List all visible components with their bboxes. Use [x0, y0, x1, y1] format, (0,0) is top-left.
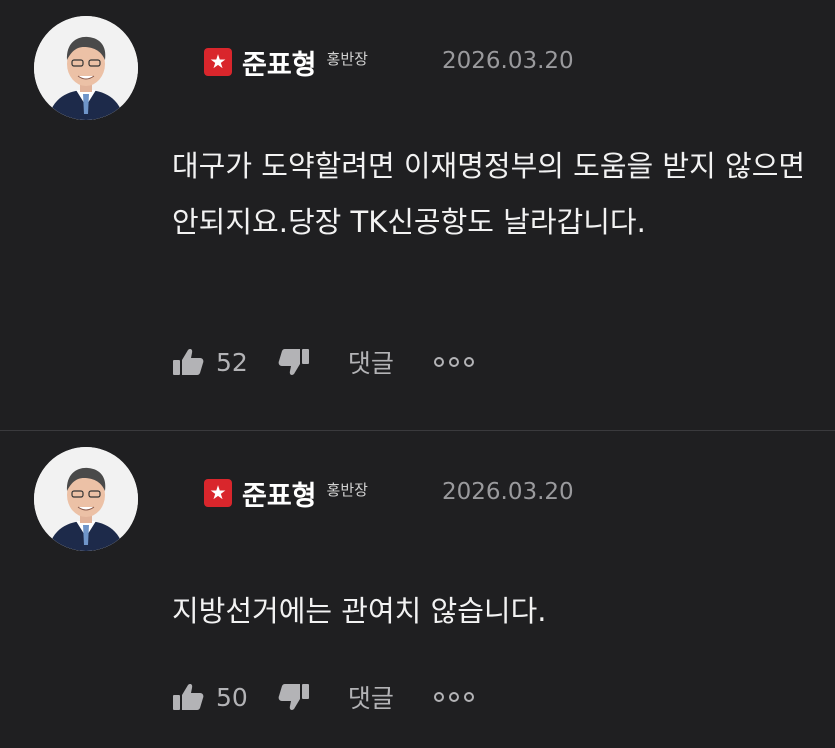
reply-button[interactable]: 댓글	[348, 679, 394, 715]
comment-item: ★ 준표형 홍반장 2026.03.20 지방선거에는 관여치 않습니다. 50…	[0, 431, 835, 748]
comment-date: 2026.03.20	[442, 48, 574, 74]
author-nickname: 홍반장	[326, 49, 368, 68]
thumbs-down-icon	[278, 684, 309, 710]
author-name[interactable]: 준표형	[242, 474, 317, 513]
like-count: 52	[216, 347, 248, 377]
star-icon: ★	[204, 48, 232, 76]
comment-date: 2026.03.20	[442, 479, 574, 505]
comment-item: ★ 준표형 홍반장 2026.03.20 대구가 도약할려면 이재명정부의 도움…	[0, 0, 835, 430]
author-name[interactable]: 준표형	[242, 43, 317, 82]
comment-text: 대구가 도약할려면 이재명정부의 도움을 받지 않으면 안되지요.당장 TK신공…	[172, 149, 806, 239]
like-button[interactable]: 50	[172, 682, 248, 712]
comment-text: 지방선거에는 관여치 않습니다.	[172, 594, 547, 628]
avatar[interactable]	[34, 447, 138, 551]
dislike-button[interactable]	[278, 347, 310, 377]
dislike-button[interactable]	[278, 682, 310, 712]
like-count: 50	[216, 682, 248, 712]
like-button[interactable]: 52	[172, 347, 248, 377]
reply-button[interactable]: 댓글	[348, 344, 394, 380]
avatar[interactable]	[34, 16, 138, 120]
thumbs-up-icon	[173, 684, 204, 710]
comment-actions: 50 댓글	[172, 675, 474, 719]
author-info: ★ 준표형 홍반장	[204, 43, 368, 82]
comment-actions: 52 댓글	[172, 340, 474, 384]
more-options-icon[interactable]	[433, 692, 474, 702]
avatar-image	[34, 447, 138, 551]
thumbs-down-icon	[278, 349, 309, 375]
avatar-image	[34, 16, 138, 120]
thumbs-up-icon	[173, 349, 204, 375]
author-nickname: 홍반장	[326, 480, 368, 499]
more-options-icon[interactable]	[433, 357, 474, 367]
author-info: ★ 준표형 홍반장	[204, 474, 368, 513]
star-icon: ★	[204, 479, 232, 507]
